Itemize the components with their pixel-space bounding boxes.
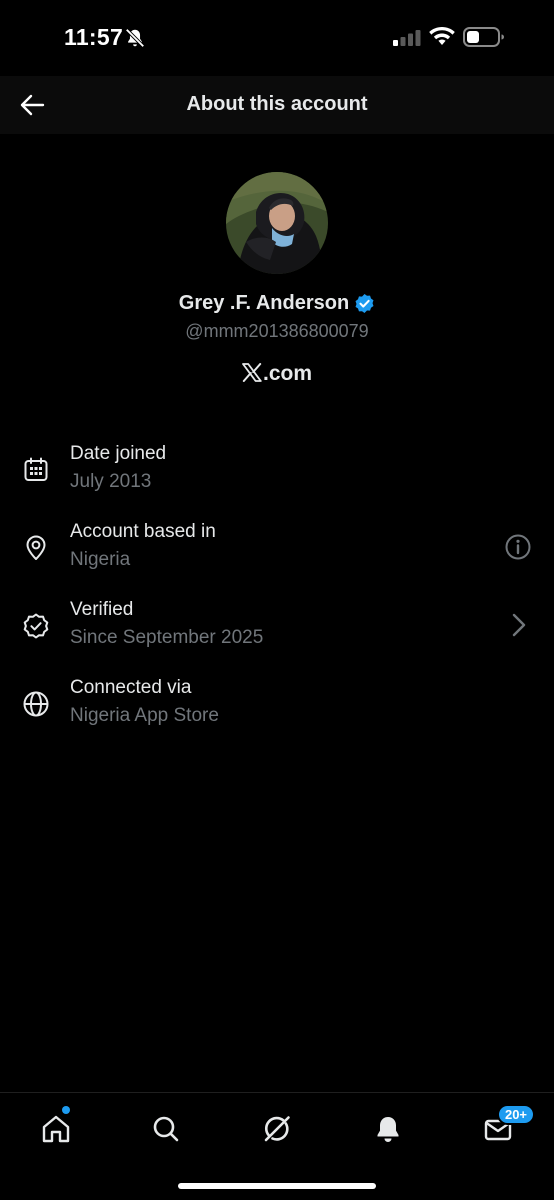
info-label: Account based in: [70, 521, 216, 542]
info-circle-icon[interactable]: [504, 533, 532, 561]
top-app-bar: About this account: [0, 76, 554, 134]
wifi-icon: [429, 27, 455, 45]
info-label: Date joined: [70, 443, 167, 464]
info-label: Connected via: [70, 677, 192, 698]
location-pin-icon: [26, 535, 46, 560]
profile-site-suffix: .com: [262, 362, 312, 385]
info-row-verified[interactable]: Verified Since September 2025: [0, 599, 554, 661]
bell-off-icon: [125, 28, 145, 48]
notifications-icon[interactable]: [372, 1113, 404, 1145]
home-icon[interactable]: [40, 1113, 72, 1145]
globe-icon: [23, 691, 49, 717]
signal-icon: [393, 30, 421, 46]
avatar-photo: [226, 172, 328, 274]
profile-name: Grey .F. Anderson: [178, 292, 350, 314]
calendar-icon: [24, 457, 48, 481]
home-indicator[interactable]: [178, 1183, 376, 1189]
info-value: Since September 2025: [70, 627, 264, 648]
battery-icon: [463, 27, 504, 47]
profile-handle: @mmm201386800079: [185, 321, 369, 341]
info-value: Nigeria: [70, 549, 131, 570]
profile-site[interactable]: .com: [0, 361, 554, 386]
grok-icon[interactable]: [261, 1113, 293, 1145]
page-title: About this account: [186, 93, 368, 115]
info-row-account-based-in: Account based in Nigeria: [0, 521, 554, 583]
verified-badge-outline-icon: [23, 613, 49, 639]
x-logo-icon: [242, 363, 262, 382]
info-value: Nigeria App Store: [70, 705, 219, 726]
home-unread-dot: [62, 1106, 70, 1114]
chevron-right-icon[interactable]: [504, 611, 532, 639]
search-icon[interactable]: [150, 1113, 182, 1145]
info-row-connected-via: Connected via Nigeria App Store: [0, 677, 554, 739]
messages-badge: 20+: [497, 1104, 535, 1125]
verified-badge-icon[interactable]: [354, 293, 375, 314]
status-bar: 11:57: [0, 0, 554, 76]
info-value: July 2013: [70, 471, 152, 492]
profile-name-row: Grey .F. Anderson: [0, 292, 554, 315]
info-label: Verified: [70, 599, 134, 620]
status-time: 11:57: [64, 24, 124, 50]
avatar[interactable]: [226, 172, 328, 274]
info-row-date-joined: Date joined July 2013: [0, 443, 554, 505]
